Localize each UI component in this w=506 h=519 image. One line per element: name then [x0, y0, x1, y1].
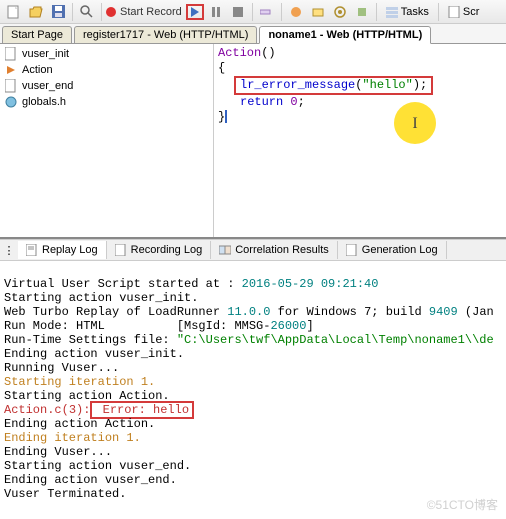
- tool-button-3[interactable]: [330, 2, 350, 22]
- tool-button-4[interactable]: [352, 2, 372, 22]
- open-button[interactable]: [26, 2, 46, 22]
- highlighted-code-line: lr_error_message("hello");: [234, 76, 433, 95]
- log-icon: [26, 244, 38, 256]
- action-icon: [4, 63, 18, 77]
- file-icon: [4, 79, 18, 93]
- sidebar-item-label: globals.h: [22, 96, 66, 108]
- sidebar-item-vuser-init[interactable]: vuser_init: [2, 46, 211, 62]
- run-button[interactable]: [186, 4, 204, 20]
- log-tabs-row: ⋮ Replay Log Recording Log Correlation R…: [0, 239, 506, 261]
- tasks-button[interactable]: Tasks: [381, 2, 434, 22]
- editor-area: vuser_init Action vuser_end globals.h Ac…: [0, 44, 506, 239]
- sidebar-item-vuser-end[interactable]: vuser_end: [2, 78, 211, 94]
- sidebar-item-action[interactable]: Action: [2, 62, 211, 78]
- sidebar-item-label: vuser_init: [22, 48, 69, 60]
- tool-button-2[interactable]: [308, 2, 328, 22]
- tab-correlation-results[interactable]: Correlation Results: [211, 241, 338, 259]
- zoom-button[interactable]: [77, 2, 97, 22]
- watermark: ©51CTO博客: [427, 496, 498, 513]
- pause-button[interactable]: [206, 2, 226, 22]
- tab-replay-log[interactable]: Replay Log: [18, 241, 107, 259]
- main-toolbar: Start Record Tasks Scr: [0, 0, 506, 24]
- script-tree: vuser_init Action vuser_end globals.h: [0, 44, 214, 237]
- file-icon: [4, 47, 18, 61]
- record-icon: [106, 7, 116, 17]
- stop-button[interactable]: [228, 2, 248, 22]
- file-tabs-row: Start Page register1717 - Web (HTTP/HTML…: [0, 24, 506, 44]
- tab-recording-log[interactable]: Recording Log: [107, 241, 212, 259]
- scr-button[interactable]: Scr: [443, 2, 485, 22]
- save-button[interactable]: [48, 2, 68, 22]
- mouse-cursor-highlight: [394, 102, 436, 144]
- tab-register[interactable]: register1717 - Web (HTTP/HTML): [74, 26, 257, 43]
- scr-label: Scr: [463, 6, 480, 18]
- correlation-icon: [219, 244, 231, 256]
- start-record-label[interactable]: Start Record: [118, 6, 184, 18]
- play-icon: [191, 7, 199, 17]
- tab-generation-log[interactable]: Generation Log: [338, 241, 447, 259]
- text-cursor: [225, 110, 227, 123]
- tasks-label: Tasks: [401, 6, 429, 18]
- action-dropdown[interactable]: [257, 2, 277, 22]
- tasks-icon: [386, 6, 398, 18]
- globe-icon: [4, 95, 18, 109]
- code-editor[interactable]: Action() { lr_error_message("hello"); re…: [214, 44, 506, 237]
- log-icon: [346, 244, 358, 256]
- sidebar-item-globals[interactable]: globals.h: [2, 94, 211, 110]
- tool-button-1[interactable]: [286, 2, 306, 22]
- replay-log-output[interactable]: Virtual User Script started at : 2016-05…: [0, 261, 506, 503]
- sidebar-item-label: Action: [22, 64, 53, 76]
- log-menu-button[interactable]: ⋮: [0, 244, 18, 257]
- new-dropdown-button[interactable]: [4, 2, 24, 22]
- script-icon: [448, 6, 460, 18]
- log-icon: [115, 244, 127, 256]
- sidebar-item-label: vuser_end: [22, 80, 73, 92]
- tab-noname1[interactable]: noname1 - Web (HTTP/HTML): [259, 26, 431, 44]
- tab-start-page[interactable]: Start Page: [2, 26, 72, 43]
